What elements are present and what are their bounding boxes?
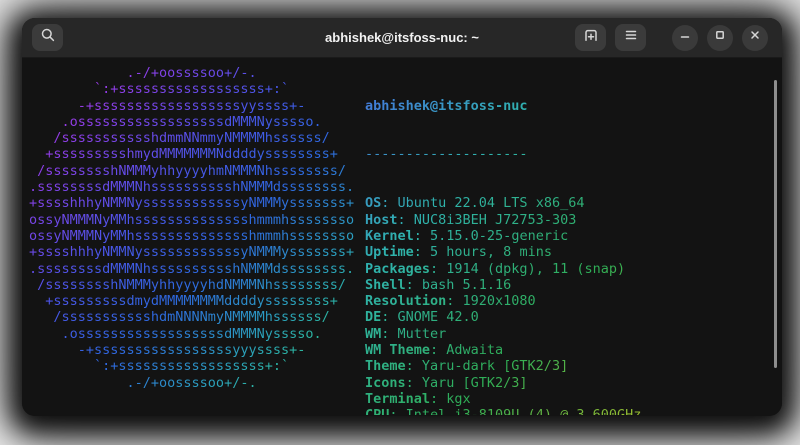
menu-button[interactable]	[615, 24, 646, 51]
info-line: CPU: Intel i3-8109U (4) @ 3.600GHz	[365, 407, 782, 415]
info-line: Packages: 1914 (dpkg), 11 (snap)	[365, 261, 782, 277]
info-line: Theme: Yaru-dark [GTK2/3]	[365, 358, 782, 374]
ubuntu-ascii-logo: .-/+oossssoo+/-. `:+ssssssssssssssssss+:…	[29, 65, 365, 415]
scrollbar-thumb[interactable]	[774, 80, 777, 368]
info-line: Resolution: 1920x1080	[365, 293, 782, 309]
minimize-button[interactable]	[672, 25, 698, 51]
close-button[interactable]	[742, 25, 768, 51]
new-tab-icon	[583, 27, 599, 48]
info-line: Host: NUC8i3BEH J72753-303	[365, 212, 782, 228]
search-icon	[40, 27, 56, 48]
info-line: WM: Mutter	[365, 326, 782, 342]
info-line: DE: GNOME 42.0	[365, 309, 782, 325]
menu-icon	[623, 27, 639, 48]
new-tab-button[interactable]	[575, 24, 606, 51]
close-icon	[748, 28, 762, 47]
search-button[interactable]	[32, 24, 63, 51]
info-line: Shell: bash 5.1.16	[365, 277, 782, 293]
info-line: Icons: Yaru [GTK2/3]	[365, 375, 782, 391]
titlebar[interactable]: abhishek@itsfoss-nuc: ~	[22, 18, 782, 58]
maximize-icon	[713, 28, 727, 47]
info-line: WM Theme: Adwaita	[365, 342, 782, 358]
maximize-button[interactable]	[707, 25, 733, 51]
info-line: Kernel: 5.15.0-25-generic	[365, 228, 782, 244]
terminal-content[interactable]: .-/+oossssoo+/-. `:+ssssssssssssssssss+:…	[22, 58, 782, 415]
info-line: Terminal: kgx	[365, 391, 782, 407]
neofetch-title: abhishek@itsfoss-nuc	[365, 98, 782, 114]
minimize-icon	[678, 28, 692, 47]
neofetch-info: abhishek@itsfoss-nuc -------------------…	[365, 65, 782, 415]
info-line: Uptime: 5 hours, 8 mins	[365, 244, 782, 260]
terminal-window: abhishek@itsfoss-nuc: ~	[22, 18, 782, 416]
info-line: OS: Ubuntu 22.04 LTS x86_64	[365, 195, 782, 211]
neofetch-separator: --------------------	[365, 146, 782, 162]
info-lines: OS: Ubuntu 22.04 LTS x86_64Host: NUC8i3B…	[365, 195, 782, 415]
